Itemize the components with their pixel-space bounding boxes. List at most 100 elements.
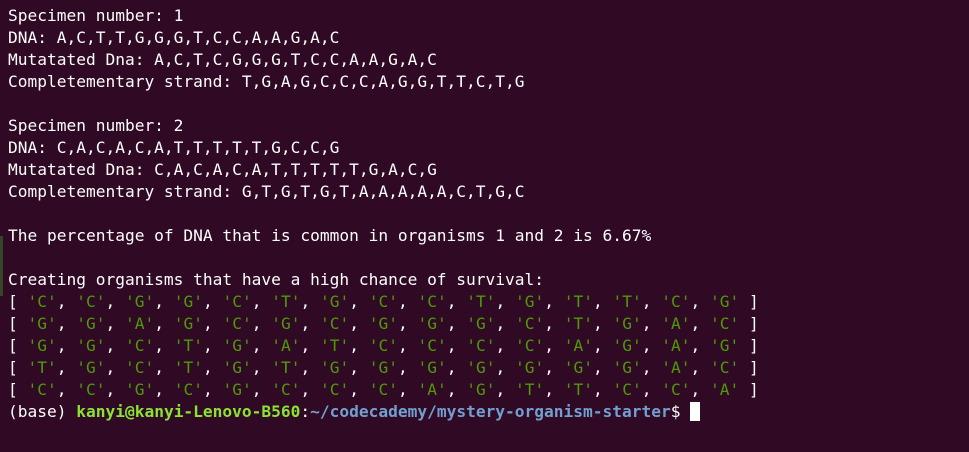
specimen-2-mutated: Mutatated Dna: C,A,C,A,C,A,T,T,T,T,T,G,A… — [8, 160, 437, 179]
base-string: 'C' — [271, 380, 301, 399]
base-string: 'C' — [76, 380, 106, 399]
base-string: 'C' — [466, 336, 496, 355]
base-string: 'C' — [125, 336, 155, 355]
base-string: 'C' — [417, 292, 447, 311]
base-string: 'G' — [76, 358, 106, 377]
base-string: 'G' — [466, 380, 496, 399]
base-string: 'G' — [466, 358, 496, 377]
base-string: 'T' — [563, 292, 593, 311]
base-string: 'C' — [515, 336, 545, 355]
specimen-1-mutated: Mutatated Dna: A,C,T,C,G,G,G,T,C,C,A,A,G… — [8, 50, 437, 69]
base-string: 'G' — [27, 336, 57, 355]
base-string: 'G' — [515, 358, 545, 377]
base-string: 'T' — [612, 292, 642, 311]
base-string: 'C' — [417, 336, 447, 355]
terminal-window[interactable]: Specimen number: 1 DNA: A,C,T,T,G,G,G,T,… — [0, 0, 969, 452]
conda-env: (base) — [8, 402, 77, 421]
base-string: 'T' — [173, 336, 203, 355]
base-string: 'A' — [661, 358, 691, 377]
specimen-2-number: Specimen number: 2 — [8, 116, 184, 135]
base-string: 'G' — [417, 358, 447, 377]
specimen-2-complement: Completementary strand: G,T,G,T,G,T,A,A,… — [8, 182, 525, 201]
base-string: 'C' — [125, 358, 155, 377]
base-string: 'G' — [612, 314, 642, 333]
base-string: 'C' — [368, 380, 398, 399]
base-string: 'G' — [515, 292, 545, 311]
base-string: 'T' — [173, 358, 203, 377]
base-string: 'C' — [320, 314, 350, 333]
base-string: 'G' — [271, 314, 301, 333]
base-string: 'A' — [563, 336, 593, 355]
base-string: 'G' — [612, 358, 642, 377]
base-string: 'G' — [612, 336, 642, 355]
base-string: 'A' — [125, 314, 155, 333]
base-string: 'C' — [222, 314, 252, 333]
base-string: 'G' — [320, 292, 350, 311]
specimen-2-dna: DNA: C,A,C,A,C,A,T,T,T,T,T,G,C,C,G — [8, 138, 340, 157]
base-string: 'A' — [661, 314, 691, 333]
base-string: 'G' — [710, 292, 740, 311]
base-string: 'G' — [417, 314, 447, 333]
base-string: 'C' — [320, 380, 350, 399]
base-string: 'G' — [173, 314, 203, 333]
base-string: 'G' — [563, 358, 593, 377]
user-host: kanyi@kanyi-Lenovo-B560 — [76, 402, 301, 421]
organism-array-row: [ 'G', 'G', 'A', 'G', 'C', 'G', 'C', 'G'… — [8, 314, 759, 333]
base-string: 'A' — [661, 336, 691, 355]
base-string: 'C' — [661, 380, 691, 399]
base-string: 'G' — [222, 336, 252, 355]
base-string: 'G' — [76, 314, 106, 333]
organism-array-row: [ 'G', 'G', 'C', 'T', 'G', 'A', 'T', 'C'… — [8, 336, 759, 355]
prompt-colon: : — [300, 402, 311, 421]
base-string: 'G' — [222, 358, 252, 377]
base-string: 'G' — [125, 292, 155, 311]
base-string: 'G' — [222, 380, 252, 399]
percentage-output: The percentage of DNA that is common in … — [8, 226, 652, 245]
base-string: 'G' — [368, 358, 398, 377]
organism-array-list: [ 'C', 'C', 'G', 'G', 'C', 'T', 'G', 'C'… — [8, 291, 969, 401]
specimen-1-number: Specimen number: 1 — [8, 6, 184, 25]
base-string: 'G' — [320, 358, 350, 377]
base-string: 'T' — [563, 314, 593, 333]
background-edge — [0, 236, 3, 296]
base-string: 'T' — [563, 380, 593, 399]
specimen-1-dna: DNA: A,C,T,T,G,G,G,T,C,C,A,A,G,A,C — [8, 28, 340, 47]
base-string: 'G' — [710, 336, 740, 355]
base-string: 'C' — [173, 380, 203, 399]
base-string: 'T' — [466, 292, 496, 311]
current-path: ~/codecademy/mystery-organism-starter — [310, 402, 671, 421]
base-string: 'C' — [368, 292, 398, 311]
organism-array-row: [ 'C', 'C', 'G', 'G', 'C', 'T', 'G', 'C'… — [8, 292, 759, 311]
base-string: 'C' — [27, 292, 57, 311]
base-string: 'C' — [76, 292, 106, 311]
text-cursor[interactable] — [690, 402, 701, 421]
base-string: 'T' — [320, 336, 350, 355]
base-string: 'C' — [710, 358, 740, 377]
base-string: 'T' — [271, 358, 301, 377]
base-string: 'C' — [368, 336, 398, 355]
base-string: 'T' — [27, 358, 57, 377]
base-string: 'G' — [368, 314, 398, 333]
base-string: 'G' — [27, 314, 57, 333]
organism-array-row: [ 'T', 'G', 'C', 'T', 'G', 'T', 'G', 'G'… — [8, 358, 759, 377]
base-string: 'C' — [661, 292, 691, 311]
organism-array-row: [ 'C', 'C', 'G', 'C', 'G', 'C', 'C', 'C'… — [8, 380, 759, 399]
base-string: 'C' — [612, 380, 642, 399]
base-string: 'C' — [710, 314, 740, 333]
specimen-1-complement: Completementary strand: T,G,A,G,C,C,C,A,… — [8, 72, 525, 91]
base-string: 'G' — [173, 292, 203, 311]
base-string: 'G' — [125, 380, 155, 399]
base-string: 'T' — [515, 380, 545, 399]
base-string: 'C' — [222, 292, 252, 311]
base-string: 'A' — [271, 336, 301, 355]
base-string: 'G' — [466, 314, 496, 333]
base-string: 'G' — [76, 336, 106, 355]
survival-header: Creating organisms that have a high chan… — [8, 270, 545, 289]
base-string: 'C' — [515, 314, 545, 333]
base-string: 'C' — [27, 380, 57, 399]
shell-prompt[interactable]: (base) kanyi@kanyi-Lenovo-B560:~/codecad… — [8, 401, 969, 423]
base-string: 'A' — [417, 380, 447, 399]
